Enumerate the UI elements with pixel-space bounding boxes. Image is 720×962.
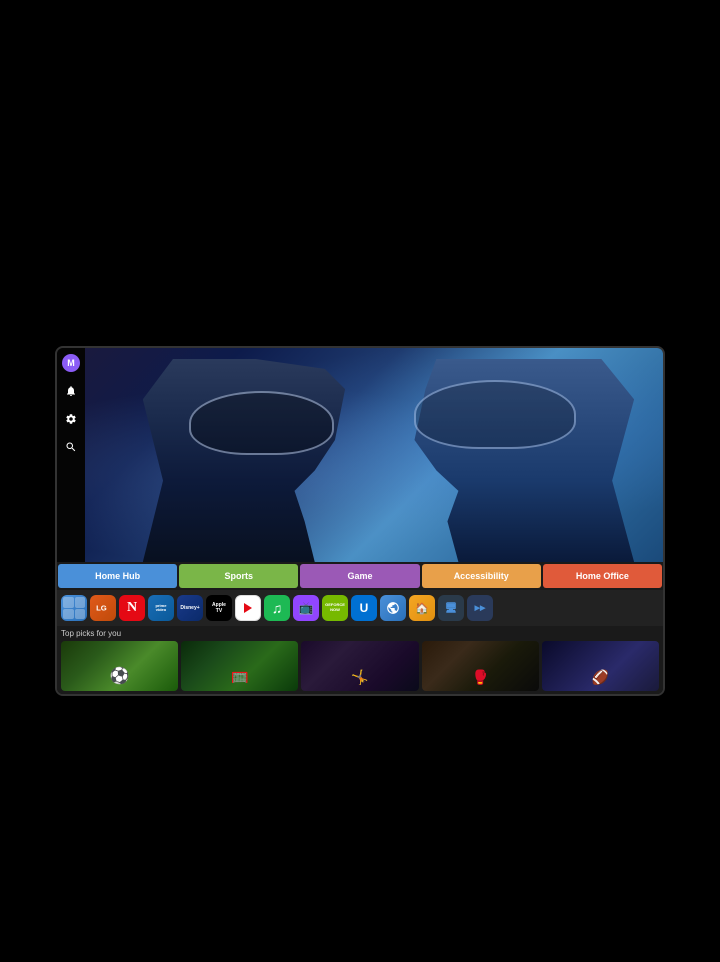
app-youtube-icon[interactable] <box>235 595 261 621</box>
category-tabs: Home Hub Sports Game Accessibility Home … <box>57 562 663 590</box>
app-more-icon[interactable]: ▶▶ <box>467 595 493 621</box>
tab-accessibility[interactable]: Accessibility <box>422 564 541 588</box>
top-picks-section: Top picks for you <box>57 626 663 694</box>
helmet-grill-left <box>189 391 334 455</box>
user-avatar[interactable]: M <box>62 354 80 372</box>
app-netflix-icon[interactable]: N <box>119 595 145 621</box>
bell-icon[interactable] <box>62 382 80 400</box>
app-uplay-icon[interactable]: U <box>351 595 377 621</box>
bottom-panel: Home Hub Sports Game Accessibility Home … <box>57 562 663 694</box>
app-spotify-icon[interactable]: ♫ <box>264 595 290 621</box>
tab-home-hub[interactable]: Home Hub <box>58 564 177 588</box>
tab-sports[interactable]: Sports <box>179 564 298 588</box>
top-picks-row <box>61 641 659 691</box>
hero-area <box>85 348 663 562</box>
app-nvidia-icon[interactable]: GEFORCENOW <box>322 595 348 621</box>
tv-frame: M <box>55 346 665 696</box>
app-twitch-icon[interactable]: 📺 <box>293 595 319 621</box>
app-screen-icon[interactable]: 🖥 <box>438 595 464 621</box>
app-smarthome-icon[interactable]: 🏠 <box>409 595 435 621</box>
app-row: LG N primevideo Disney+ AppleTV <box>57 590 663 626</box>
tv-content: M <box>57 348 663 562</box>
helmet-grill-right <box>414 380 576 448</box>
settings-icon[interactable] <box>62 410 80 428</box>
app-apps-icon[interactable] <box>61 595 87 621</box>
app-appletv-icon[interactable]: AppleTV <box>206 595 232 621</box>
sidebar: M <box>57 348 85 562</box>
top-picks-label: Top picks for you <box>61 629 659 638</box>
pick-card-1[interactable] <box>61 641 178 691</box>
app-lg-icon[interactable]: LG <box>90 595 116 621</box>
pick-card-3[interactable] <box>301 641 418 691</box>
search-icon[interactable] <box>62 438 80 456</box>
player-left <box>143 359 345 562</box>
app-prime-icon[interactable]: primevideo <box>148 595 174 621</box>
tab-home-office[interactable]: Home Office <box>543 564 662 588</box>
app-disney-icon[interactable]: Disney+ <box>177 595 203 621</box>
pick-card-2[interactable] <box>181 641 298 691</box>
hero-image <box>85 348 663 562</box>
pick-card-4[interactable] <box>422 641 539 691</box>
tab-game[interactable]: Game <box>300 564 419 588</box>
pick-card-5[interactable] <box>542 641 659 691</box>
app-web-icon[interactable] <box>380 595 406 621</box>
svg-text:LG: LG <box>96 604 107 613</box>
